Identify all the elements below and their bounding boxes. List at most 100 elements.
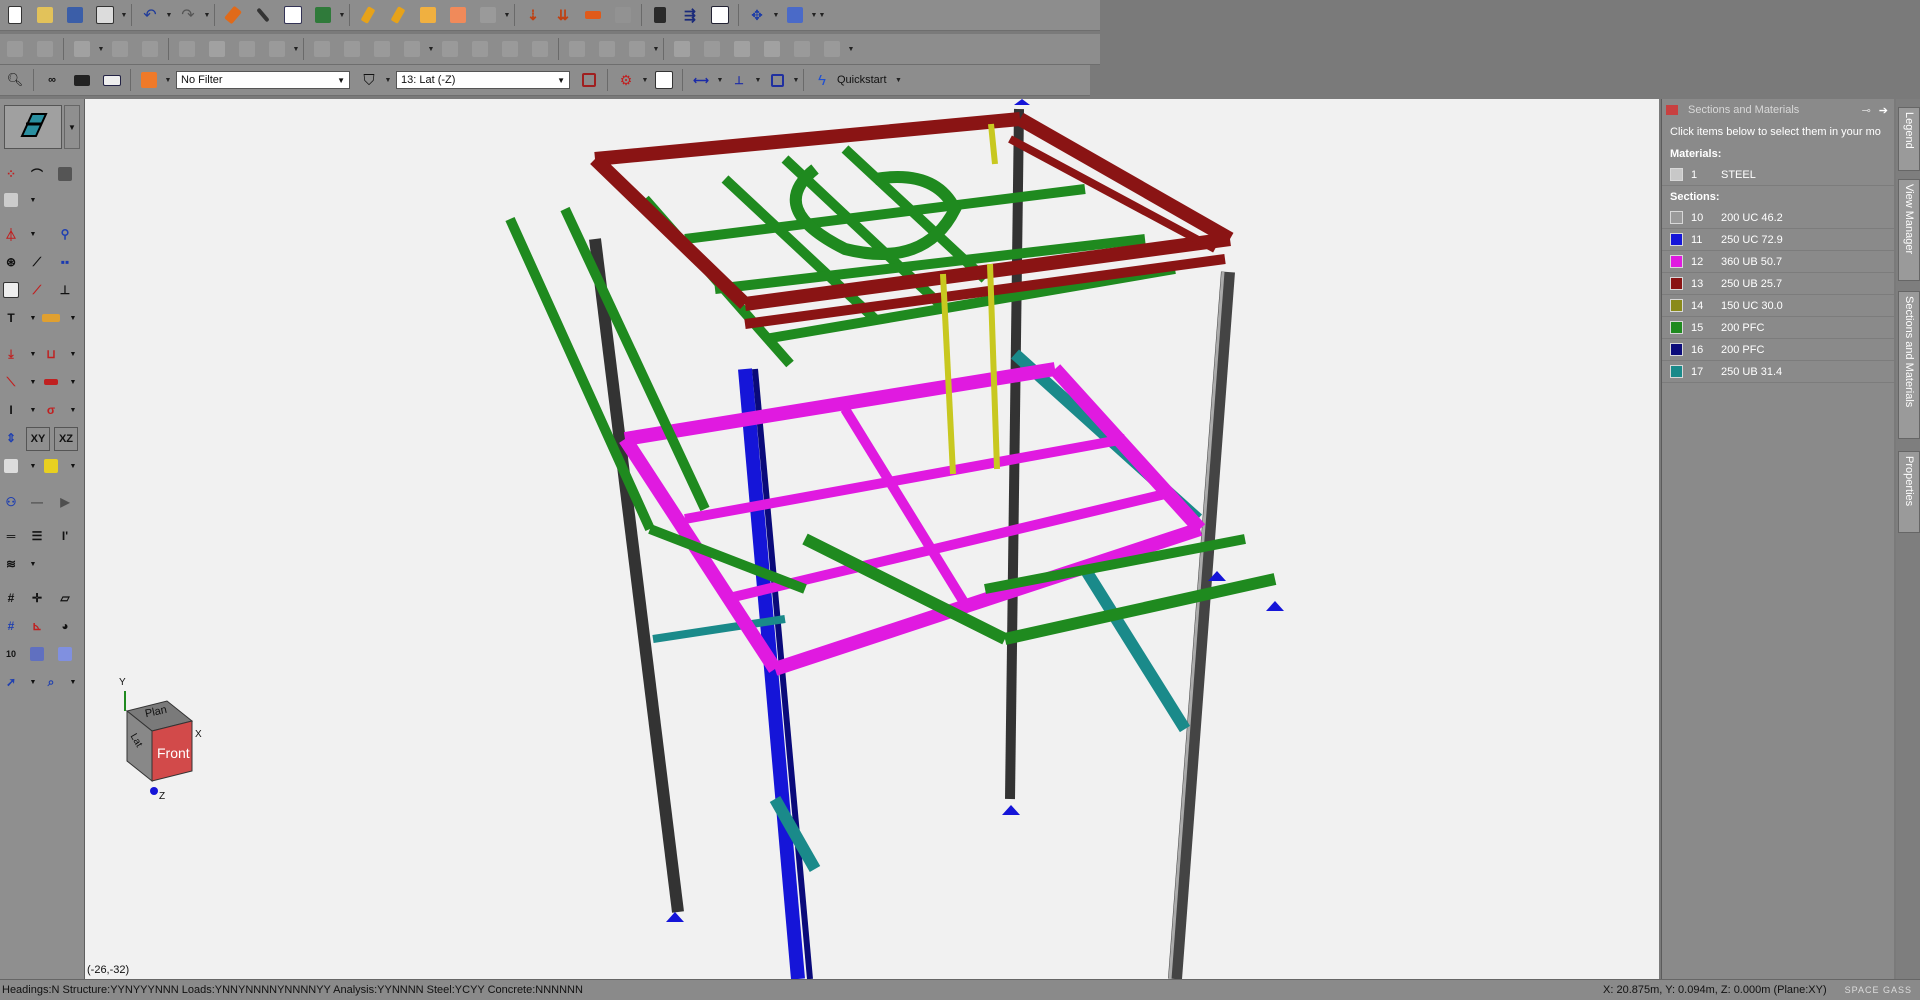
copy-icon[interactable] xyxy=(783,3,807,27)
node-display-dropdown[interactable]: ▼ xyxy=(792,68,800,92)
axes-icon[interactable]: ⊥ xyxy=(727,68,751,92)
filter-dropdown[interactable]: ▼ xyxy=(384,68,392,92)
snap-grid-icon[interactable]: ✛ xyxy=(26,587,48,609)
person-icon[interactable]: ⚇ xyxy=(0,491,22,513)
pointer-tool-icon[interactable]: ➚ xyxy=(0,671,22,693)
text-tool-icon[interactable]: T xyxy=(0,307,22,329)
section-row[interactable]: 15 200 PFC xyxy=(1662,317,1894,339)
offset-icon[interactable] xyxy=(468,37,492,61)
tool-a-icon[interactable] xyxy=(3,37,27,61)
grid-tool-dropdown[interactable]: ▼ xyxy=(292,37,300,61)
toolbar-row-1-overflow[interactable]: ▼ xyxy=(818,3,826,27)
panel-arrow-icon[interactable]: ➔ xyxy=(1879,104,1888,117)
erase-all-icon[interactable] xyxy=(476,3,500,27)
i-prime-icon[interactable]: I' xyxy=(54,525,76,547)
grid-tool-icon[interactable] xyxy=(54,163,76,185)
node-display-icon[interactable] xyxy=(765,68,789,92)
node-tool-icon[interactable]: ⁘ xyxy=(0,163,22,185)
udl-dropdown[interactable]: ▼ xyxy=(62,343,84,365)
section-row[interactable]: 12 360 UB 50.7 xyxy=(1662,251,1894,273)
mirror-icon[interactable] xyxy=(108,37,132,61)
udl-icon[interactable]: ⊔ xyxy=(40,343,62,365)
stair-icon[interactable] xyxy=(820,37,844,61)
section-row[interactable]: 10 200 UC 46.2 xyxy=(1662,207,1894,229)
section-list-icon[interactable]: ☰ xyxy=(26,525,48,547)
pencil-1-icon[interactable] xyxy=(356,3,380,27)
section-tool-icon[interactable]: ═ xyxy=(0,525,22,547)
subdivide-icon[interactable] xyxy=(670,37,694,61)
section-row[interactable]: 14 150 UC 30.0 xyxy=(1662,295,1894,317)
ruler-icon[interactable] xyxy=(100,68,124,92)
arc-tool-icon[interactable]: ⌒ xyxy=(26,163,48,185)
toolbar-row-2-overflow[interactable]: ▼ xyxy=(847,37,855,61)
copy-member-icon[interactable] xyxy=(70,37,94,61)
section-row[interactable]: 17 250 UB 31.4 xyxy=(1662,361,1894,383)
move-icon[interactable]: ✥ xyxy=(745,3,769,27)
pencil-3-icon[interactable] xyxy=(416,3,440,27)
filter-icon[interactable]: ⛉ xyxy=(357,68,381,92)
redo-dropdown[interactable]: ▼ xyxy=(203,3,211,27)
area-load-icon[interactable] xyxy=(40,371,62,393)
tool-b-icon[interactable] xyxy=(33,37,57,61)
display-options-icon[interactable] xyxy=(26,643,48,665)
intersect-icon[interactable] xyxy=(400,37,424,61)
support-tool-dropdown[interactable]: ▼ xyxy=(22,223,44,245)
zoom-window-icon[interactable]: ⌕ xyxy=(40,671,62,693)
tab-properties[interactable]: Properties xyxy=(1898,451,1920,533)
toolbar-row-3-overflow[interactable]: ▼ xyxy=(895,68,903,92)
bin-icon[interactable] xyxy=(648,3,672,27)
delete-icon[interactable] xyxy=(760,37,784,61)
split-icon[interactable] xyxy=(438,37,462,61)
section-row[interactable]: 11 250 UC 72.9 xyxy=(1662,229,1894,251)
release-tool-icon[interactable]: ⟋ xyxy=(26,251,48,273)
eraser-tool-icon[interactable] xyxy=(0,455,22,477)
table-icon[interactable] xyxy=(281,3,305,27)
merge-icon[interactable]: ⇶ xyxy=(678,3,702,27)
quickstart-button[interactable]: Quickstart xyxy=(837,74,887,86)
print-icon[interactable] xyxy=(93,3,117,27)
grid-tool-icon[interactable] xyxy=(265,37,289,61)
note-tool-icon[interactable] xyxy=(40,455,62,477)
structure-icon[interactable]: ⚙ xyxy=(614,68,638,92)
dimension-icon[interactable]: ⟷ xyxy=(689,68,713,92)
undo-dropdown[interactable]: ▼ xyxy=(165,3,173,27)
redo-icon[interactable]: ↷ xyxy=(176,3,200,27)
frame-icon[interactable] xyxy=(577,68,601,92)
explode-icon[interactable] xyxy=(498,37,522,61)
plate-tool-dropdown[interactable]: ▼ xyxy=(22,189,44,211)
binoculars-icon[interactable]: ∞ xyxy=(40,68,64,92)
save-icon[interactable] xyxy=(63,3,87,27)
note-tool-dropdown[interactable]: ▼ xyxy=(62,455,84,477)
pin-tool-icon[interactable]: ⚲ xyxy=(54,223,76,245)
pause-icon[interactable]: — xyxy=(26,491,48,513)
sigma-icon[interactable]: σ xyxy=(40,399,62,421)
tab-sections-materials[interactable]: Sections and Materials xyxy=(1898,291,1920,439)
move-dropdown[interactable]: ▼ xyxy=(772,3,780,27)
ruler-tool-dropdown[interactable]: ▼ xyxy=(62,307,84,329)
copy-member-dropdown[interactable]: ▼ xyxy=(97,37,105,61)
xy-plane-button[interactable]: XY xyxy=(26,427,50,451)
plate-icon[interactable] xyxy=(205,37,229,61)
tab-view-manager[interactable]: View Manager xyxy=(1898,179,1920,281)
structure-wizard-button[interactable] xyxy=(4,105,62,149)
renumber-icon[interactable] xyxy=(708,3,732,27)
beam-load-icon[interactable]: ⤓ xyxy=(0,343,22,365)
new-file-icon[interactable] xyxy=(3,3,27,27)
node-icon[interactable] xyxy=(700,37,724,61)
wave-tool-icon[interactable]: ≋ xyxy=(0,553,22,575)
moment-icon[interactable] xyxy=(611,3,635,27)
structure-3d-model[interactable] xyxy=(85,99,1659,979)
eraser-icon[interactable] xyxy=(446,3,470,27)
print-dropdown[interactable]: ▼ xyxy=(120,3,128,27)
paint-dropdown[interactable]: ▼ xyxy=(338,3,346,27)
load-icon[interactable]: ⇊ xyxy=(551,3,575,27)
play-icon[interactable]: ▶ xyxy=(54,491,76,513)
dimension-dropdown[interactable]: ▼ xyxy=(716,68,724,92)
table-tool-icon[interactable] xyxy=(0,279,22,301)
plate-tool-icon[interactable] xyxy=(0,189,22,211)
spring-tool-icon[interactable]: ⊛ xyxy=(0,251,22,273)
open-file-icon[interactable] xyxy=(33,3,57,27)
area-load-dropdown[interactable]: ▼ xyxy=(62,371,84,393)
zoom-window-dropdown[interactable]: ▼ xyxy=(62,671,84,693)
material-row[interactable]: 1 STEEL xyxy=(1662,164,1894,186)
